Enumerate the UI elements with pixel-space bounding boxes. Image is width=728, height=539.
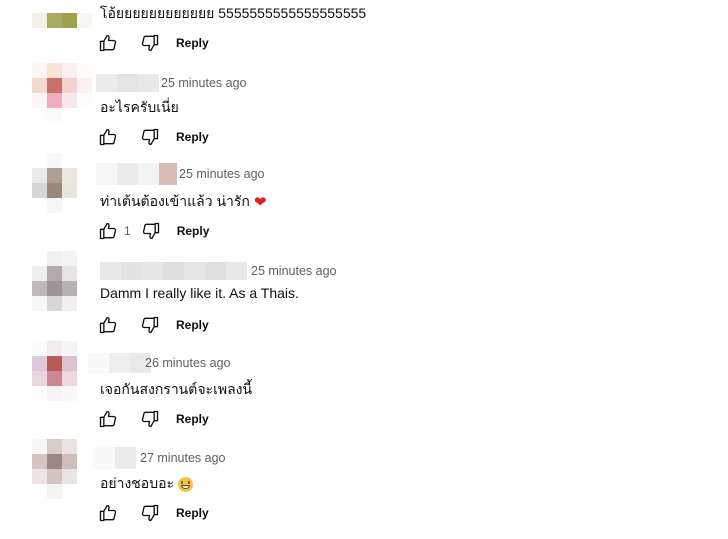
reply-button[interactable]: Reply	[176, 506, 209, 520]
comment-text: โอ้ยยยยยยยยยยยย 5555555555555555555	[100, 5, 367, 21]
comment-timestamp[interactable]: 26 minutes ago	[145, 356, 230, 370]
dislike-button[interactable]	[138, 314, 162, 336]
like-button[interactable]	[96, 408, 120, 430]
dislike-button[interactable]	[138, 32, 162, 54]
dislike-button[interactable]	[138, 502, 162, 524]
thumbs-up-icon	[99, 410, 117, 428]
avatar[interactable]	[32, 0, 92, 43]
comment-actions: Reply	[96, 126, 209, 148]
comment-item: 25 minutes ago ท่าเต้นต้องเข้าแล้ว น่ารั…	[0, 151, 728, 245]
comment-actions: Reply	[96, 502, 209, 524]
thumbs-up-icon	[99, 128, 117, 146]
comment-actions: 1 Reply	[96, 220, 209, 242]
like-count: 1	[124, 224, 131, 238]
author-line: 25 minutes ago	[96, 262, 336, 280]
avatar[interactable]	[32, 63, 92, 123]
author-name-redacted[interactable]	[94, 447, 136, 469]
thumbs-down-icon	[141, 504, 159, 522]
like-button[interactable]	[96, 502, 120, 524]
avatar[interactable]	[32, 153, 92, 213]
avatar[interactable]	[32, 251, 92, 311]
comment-text: อย่างชอบอะ	[100, 473, 194, 495]
comment-item: โอ้ยยยยยยยยยยยย 5555555555555555555 Repl…	[0, 0, 728, 57]
reply-button[interactable]: Reply	[176, 36, 209, 50]
comment-text: ท่าเต้นต้องเข้าแล้ว น่ารัก ❤	[100, 193, 267, 211]
comment-timestamp[interactable]: 25 minutes ago	[161, 76, 246, 90]
dislike-button[interactable]	[138, 126, 162, 148]
like-button[interactable]	[96, 32, 120, 54]
author-line: 27 minutes ago	[94, 447, 225, 469]
thumbs-up-icon	[99, 504, 117, 522]
thumbs-down-icon	[141, 34, 159, 52]
grinning-emoji-icon	[178, 476, 194, 492]
thumbs-down-icon	[142, 222, 159, 240]
thumbs-down-icon	[141, 410, 159, 428]
comment-text: เจอกันสงกรานต์จะเพลงนี้	[100, 381, 253, 397]
reply-button[interactable]: Reply	[176, 130, 209, 144]
comment-item: 25 minutes ago Damm I really like it. As…	[0, 245, 728, 339]
author-name-redacted[interactable]	[88, 353, 151, 373]
comment-item: 25 minutes ago อะไรครับเนี่ย Reply	[0, 57, 728, 151]
heart-emoji-icon: ❤	[253, 194, 267, 211]
comment-actions: Reply	[96, 314, 209, 336]
comment-actions: Reply	[96, 408, 209, 430]
thumbs-up-icon	[99, 222, 117, 240]
like-button[interactable]	[96, 126, 120, 148]
author-name-redacted[interactable]	[100, 262, 247, 280]
author-line: 25 minutes ago	[96, 163, 264, 185]
thumbs-down-icon	[141, 128, 159, 146]
avatar[interactable]	[32, 439, 92, 499]
dislike-button[interactable]	[138, 408, 162, 430]
comment-timestamp[interactable]: 25 minutes ago	[179, 167, 264, 181]
reply-button[interactable]: Reply	[176, 318, 209, 332]
reply-button[interactable]: Reply	[176, 412, 209, 426]
dislike-button[interactable]	[139, 220, 163, 242]
comment-text: Damm I really like it. As a Thais.	[100, 285, 299, 301]
comment-timestamp[interactable]: 25 minutes ago	[251, 264, 336, 278]
comment-item: 27 minutes ago อย่างชอบอะ Reply	[0, 433, 728, 527]
comment-text: อะไรครับเนี่ย	[100, 99, 179, 115]
avatar[interactable]	[32, 341, 92, 401]
author-name-redacted[interactable]	[96, 74, 159, 92]
reply-button[interactable]: Reply	[177, 224, 210, 238]
thumbs-down-icon	[141, 316, 159, 334]
comment-item: 26 minutes ago เจอกันสงกรานต์จะเพลงนี้ R…	[0, 339, 728, 433]
comment-timestamp[interactable]: 27 minutes ago	[140, 451, 225, 465]
thumbs-up-icon	[99, 316, 117, 334]
like-button[interactable]	[96, 314, 120, 336]
author-line: 25 minutes ago	[96, 74, 246, 92]
author-line: 26 minutes ago	[88, 353, 230, 373]
thumbs-up-icon	[99, 34, 117, 52]
comment-actions: Reply	[96, 32, 209, 54]
like-button[interactable]	[96, 220, 120, 242]
author-name-redacted[interactable]	[96, 163, 177, 185]
